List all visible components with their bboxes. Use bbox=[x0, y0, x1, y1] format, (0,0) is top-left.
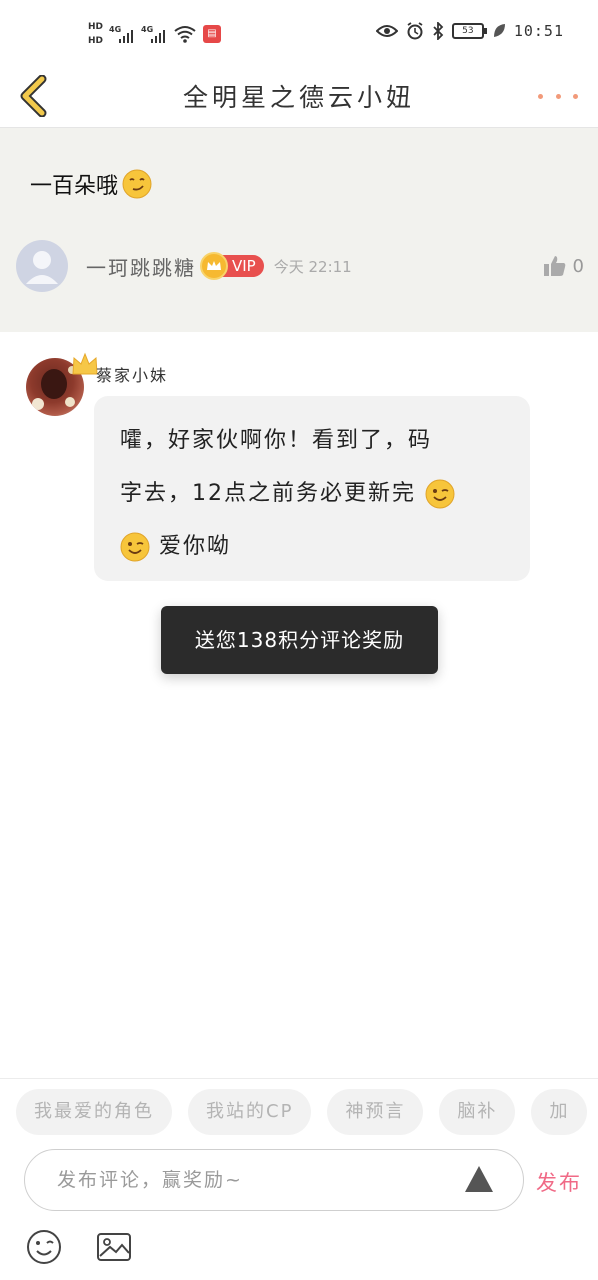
reply-author[interactable]: 蔡家小妹 bbox=[96, 362, 168, 386]
original-comment-author[interactable]: 一珂跳跳糖 bbox=[86, 252, 196, 281]
status-bar: HD HD 4G 4G ▤ 53 10:51 bbox=[0, 0, 598, 66]
reward-toast: 送您138积分评论奖励 bbox=[161, 606, 438, 674]
comment-input-box bbox=[24, 1149, 524, 1211]
original-comment-text: 一百朵哦 bbox=[30, 174, 119, 199]
emoji-picker-icon[interactable] bbox=[26, 1229, 62, 1265]
hd-label-2: HD bbox=[88, 36, 104, 46]
nav-bar: 全明星之德云小妞 bbox=[0, 66, 598, 128]
reply-bubble: 嚯，好家伙啊你！看到了，码 字去，12点之前务必更新完 爱你呦 bbox=[94, 396, 530, 581]
battery-icon: 53 bbox=[451, 23, 487, 39]
status-left: HD HD 4G 4G ▤ bbox=[88, 16, 222, 52]
eye-icon bbox=[375, 25, 398, 37]
more-dot-icon bbox=[573, 93, 578, 99]
hd-indicators: HD HD bbox=[88, 21, 103, 47]
notification-app-icon: ▤ bbox=[203, 25, 222, 43]
wink-emoji-icon bbox=[120, 532, 150, 562]
user-silhouette-icon bbox=[26, 251, 58, 284]
reply-line-2-text: 字去，12点之前务必更新完 bbox=[120, 481, 416, 506]
like-count: 0 bbox=[572, 255, 584, 277]
wifi-icon bbox=[174, 26, 196, 43]
comment-composer: 我最爱的角色 我站的CP 神预言 脑补 加 发布 bbox=[0, 1078, 598, 1280]
bluetooth-icon bbox=[433, 22, 444, 40]
more-dot-icon bbox=[555, 93, 561, 99]
alarm-icon bbox=[407, 22, 423, 40]
vip-crown-icon bbox=[200, 252, 228, 280]
triangle-icon[interactable] bbox=[463, 1164, 495, 1194]
cell-signal-icon-1: 4G bbox=[109, 23, 135, 45]
vip-badge: VIP bbox=[200, 252, 264, 280]
cell-signal-icon-2: 4G bbox=[141, 23, 167, 45]
original-comment-meta: 一珂跳跳糖 VIP 今天 22:11 0 bbox=[16, 240, 584, 292]
reply-item: 蔡家小妹 嚯，好家伙啊你！看到了，码 字去，12点之前务必更新完 爱你呦 bbox=[0, 332, 598, 632]
page-title: 全明星之德云小妞 bbox=[182, 83, 415, 112]
quick-tags: 我最爱的角色 我站的CP 神预言 脑补 加 bbox=[16, 1089, 588, 1135]
default-avatar[interactable] bbox=[16, 240, 68, 292]
more-options-button[interactable] bbox=[538, 86, 578, 106]
original-comment-time: 今天 22:11 bbox=[273, 257, 352, 276]
comment-input[interactable] bbox=[57, 1150, 437, 1210]
leaf-icon bbox=[493, 24, 505, 37]
wink-emoji-icon bbox=[425, 479, 455, 509]
quick-tag[interactable]: 脑补 bbox=[439, 1089, 516, 1135]
smirk-emoji-icon bbox=[122, 169, 152, 199]
thumbs-up-icon bbox=[543, 256, 565, 276]
hd-label-1: HD bbox=[88, 22, 104, 32]
send-button[interactable]: 发布 bbox=[536, 1167, 582, 1197]
quick-tag[interactable]: 加 bbox=[531, 1089, 588, 1135]
reply-line-3: 爱你呦 bbox=[120, 520, 508, 573]
status-right: 53 10:51 bbox=[375, 22, 564, 40]
more-dot-icon bbox=[538, 93, 543, 99]
reply-line-3-text: 爱你呦 bbox=[159, 534, 232, 559]
reply-line-2: 字去，12点之前务必更新完 bbox=[120, 467, 508, 520]
reply-line-1: 嚯，好家伙啊你！看到了，码 bbox=[120, 428, 433, 453]
status-time: 10:51 bbox=[513, 22, 564, 40]
image-picker-icon[interactable] bbox=[96, 1229, 132, 1265]
quick-tag[interactable]: 我最爱的角色 bbox=[16, 1089, 172, 1135]
original-comment-content: 一百朵哦 bbox=[30, 168, 152, 200]
quick-tag[interactable]: 神预言 bbox=[327, 1089, 424, 1135]
quick-tag[interactable]: 我站的CP bbox=[188, 1089, 312, 1135]
original-comment: 一百朵哦 一珂跳跳糖 VIP 今天 22:11 0 bbox=[0, 128, 598, 332]
like-button[interactable]: 0 bbox=[543, 255, 584, 277]
